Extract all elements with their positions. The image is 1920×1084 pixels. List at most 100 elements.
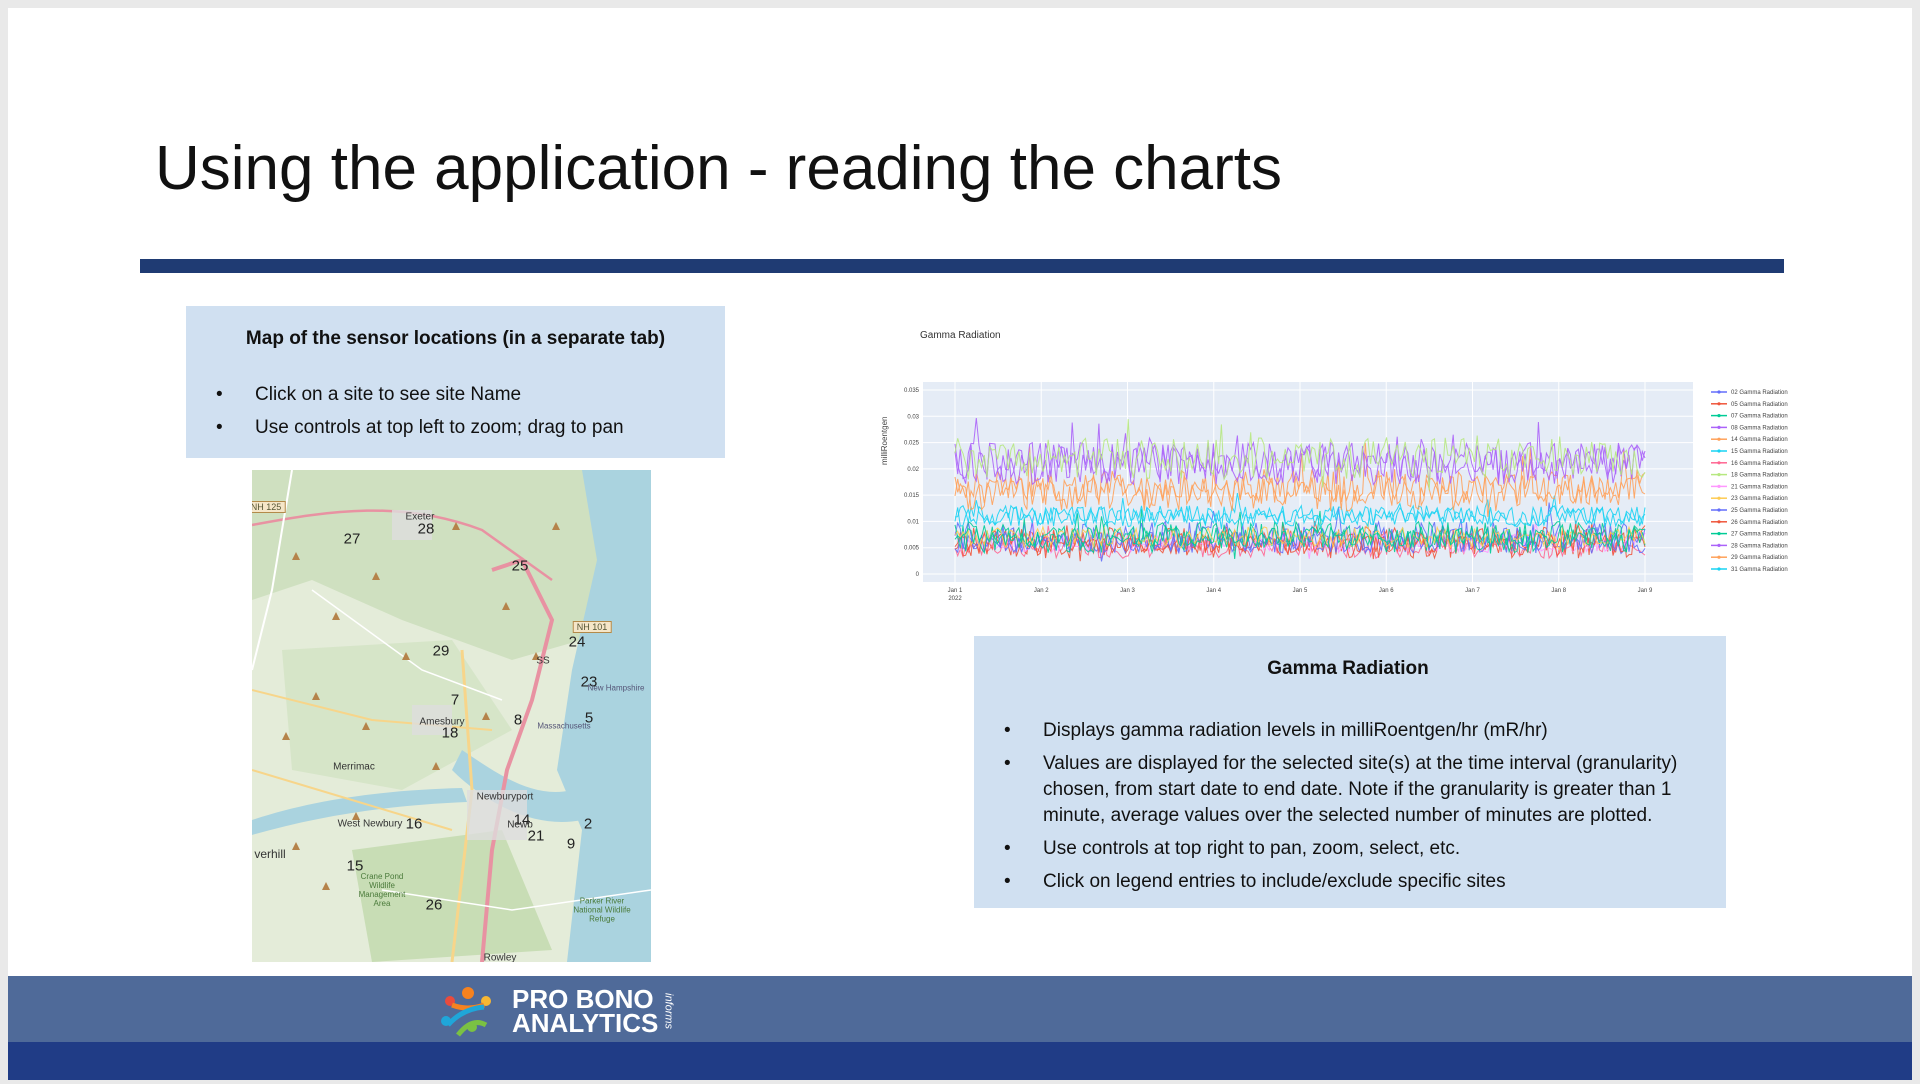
chart-x-tick-label: Jan 9 — [1638, 588, 1653, 594]
chart-legend-entry[interactable]: 05 Gamma Radiation — [1731, 402, 1788, 408]
chart-legend-entry[interactable]: 31 Gamma Radiation — [1731, 567, 1788, 573]
site-marker-7[interactable]: 7 — [451, 692, 459, 709]
gamma-chart[interactable]: Gamma Radiation milliRoentgen 0 0.005 0.01… — [878, 330, 1808, 605]
chart-x-year-label: 2022 — [948, 596, 962, 602]
chart-legend-entry[interactable]: 28 Gamma Radiation — [1731, 543, 1788, 549]
chart-x-tick-label: Jan 8 — [1551, 588, 1566, 594]
chart-x-tick-label: Jan 6 — [1379, 588, 1394, 594]
map-place-label: Newburyport — [476, 791, 534, 803]
site-marker-28[interactable]: 28 — [418, 521, 435, 538]
chart-legend-marker — [1717, 567, 1721, 571]
chart-legend-marker — [1717, 484, 1721, 488]
chart-y-tick-label: 0.015 — [904, 493, 920, 499]
chart-x-tick-label: Jan 4 — [1206, 588, 1221, 594]
chart-x-tick-label: Jan 5 — [1293, 588, 1308, 594]
road-badge: NH 101 — [572, 621, 612, 633]
chart-legend-marker — [1717, 520, 1721, 524]
chart-legend-marker — [1717, 390, 1721, 394]
chart-legend-marker — [1717, 449, 1721, 453]
map-place-label: New Hampshire — [587, 683, 645, 693]
logo-mark-icon — [441, 987, 491, 1037]
site-marker-26[interactable]: 26 — [426, 897, 443, 914]
gamma-box-list: Displays gamma radiation levels in milli… — [986, 718, 1710, 895]
chart-legend-marker — [1717, 425, 1721, 429]
map-box-list: Click on a site to see site Name Use con… — [198, 382, 713, 441]
chart-x-tick-label: Jan 2 — [1034, 588, 1049, 594]
chart-legend-marker — [1717, 508, 1721, 512]
chart-legend-entry[interactable]: 14 Gamma Radiation — [1731, 437, 1788, 443]
chart-legend-marker — [1717, 414, 1721, 418]
chart-title: Gamma Radiation — [920, 330, 1001, 341]
chart-x-tick-label: Jan 1 — [948, 588, 963, 594]
chart-legend-entry[interactable]: 26 Gamma Radiation — [1731, 520, 1788, 526]
map-place-label: Rowley — [483, 952, 517, 963]
chart-legend-entry[interactable]: 18 Gamma Radiation — [1731, 473, 1788, 479]
map-place-label: Exeter — [405, 511, 435, 523]
slide: Using the application - reading the char… — [8, 8, 1912, 1080]
chart-y-tick-label: 0 — [916, 572, 920, 578]
map-place-label: Massachusetts — [537, 721, 591, 731]
chart-legend-marker — [1717, 496, 1721, 500]
chart-y-tick-label: 0.005 — [904, 546, 920, 552]
site-marker-27[interactable]: 27 — [344, 531, 361, 548]
chart-legend-entry[interactable]: 08 Gamma Radiation — [1731, 425, 1788, 431]
road-badge: NH 125 — [252, 501, 286, 513]
title-rule — [140, 259, 1784, 273]
chart-legend-marker — [1717, 532, 1721, 536]
chart-legend-marker — [1717, 543, 1721, 547]
gamma-box-bullet: Values are displayed for the selected si… — [986, 751, 1710, 829]
chart-legend-entry[interactable]: 29 Gamma Radiation — [1731, 555, 1788, 561]
site-marker-2[interactable]: 2 — [584, 816, 592, 833]
chart-svg[interactable]: 0 0.005 0.01 0.015 0.02 0.025 0.03 0.035 Jan 1 Ja… — [878, 330, 1808, 605]
logo-line2: ANALYTICS — [512, 1008, 659, 1038]
footer-base — [8, 1042, 1912, 1080]
map-place-label: verhill — [254, 847, 286, 861]
chart-y-tick-label: 0.01 — [907, 519, 919, 525]
chart-legend-marker — [1717, 555, 1721, 559]
footer-band — [8, 976, 1912, 1042]
gamma-box-bullet: Use controls at top right to pan, zoom, … — [986, 836, 1710, 862]
chart-legend-marker — [1717, 437, 1721, 441]
chart-legend-entry[interactable]: 15 Gamma Radiation — [1731, 449, 1788, 455]
map-place-label: Parker River National Wildlife Refuge — [573, 896, 631, 924]
chart-y-tick-label: 0.02 — [907, 467, 919, 473]
site-marker-29[interactable]: 29 — [433, 643, 450, 660]
chart-legend-entry[interactable]: 16 Gamma Radiation — [1731, 461, 1788, 467]
logo-side-text: informs — [662, 992, 675, 1030]
chart-y-axis-label: milliRoentgen — [880, 416, 889, 465]
map-place-label: Newb — [507, 819, 533, 831]
site-marker-8[interactable]: 8 — [514, 712, 522, 729]
site-marker-9[interactable]: 9 — [567, 836, 575, 853]
chart-legend-marker — [1717, 402, 1721, 406]
map-place-label: West Newbury — [337, 818, 403, 830]
map-box-bullet: Click on a site to see site Name — [198, 382, 713, 408]
gamma-box-heading: Gamma Radiation — [1267, 658, 1429, 679]
chart-legend-marker — [1717, 473, 1721, 477]
gamma-info-box: Gamma Radiation Displays gamma radiation… — [974, 636, 1726, 908]
site-marker-25[interactable]: 25 — [512, 558, 529, 575]
chart-legend-marker — [1717, 461, 1721, 465]
sensor-map[interactable]: 27 28 25 24 29 23 7 8 5 18 16 14 2 21 9 … — [252, 470, 651, 962]
chart-legend-entry[interactable]: 27 Gamma Radiation — [1731, 532, 1788, 538]
chart-x-tick-label: Jan 3 — [1120, 588, 1135, 594]
chart-y-tick-label: 0.035 — [904, 388, 920, 394]
gamma-box-bullet: Displays gamma radiation levels in milli… — [986, 718, 1710, 744]
gamma-box-bullet: Click on legend entries to include/exclu… — [986, 869, 1710, 895]
pro-bono-analytics-logo: PRO BONO ANALYTICS informs — [428, 981, 674, 1041]
chart-y-tick-label: 0.025 — [904, 441, 920, 447]
slide-title: Using the application - reading the char… — [155, 134, 1282, 203]
chart-legend-entry[interactable]: 23 Gamma Radiation — [1731, 496, 1788, 502]
chart-legend-entry[interactable]: 25 Gamma Radiation — [1731, 508, 1788, 514]
site-marker-16[interactable]: 16 — [406, 816, 423, 833]
chart-x-tick-label: Jan 7 — [1465, 588, 1480, 594]
map-place-label: Merrimac — [333, 761, 375, 773]
chart-legend-entry[interactable]: 07 Gamma Radiation — [1731, 414, 1788, 420]
map-box-bullet: Use controls at top left to zoom; drag t… — [198, 415, 713, 441]
chart-y-tick-label: 0.03 — [907, 414, 919, 420]
map-place-label: SS — [536, 655, 550, 667]
chart-legend-entry[interactable]: 21 Gamma Radiation — [1731, 484, 1788, 490]
site-marker-24[interactable]: 24 — [569, 634, 586, 651]
chart-legend-entry[interactable]: 02 Gamma Radiation — [1731, 390, 1788, 396]
logo-text: PRO BONO ANALYTICS — [512, 986, 659, 1038]
map-place-label: Amesbury — [419, 716, 465, 728]
